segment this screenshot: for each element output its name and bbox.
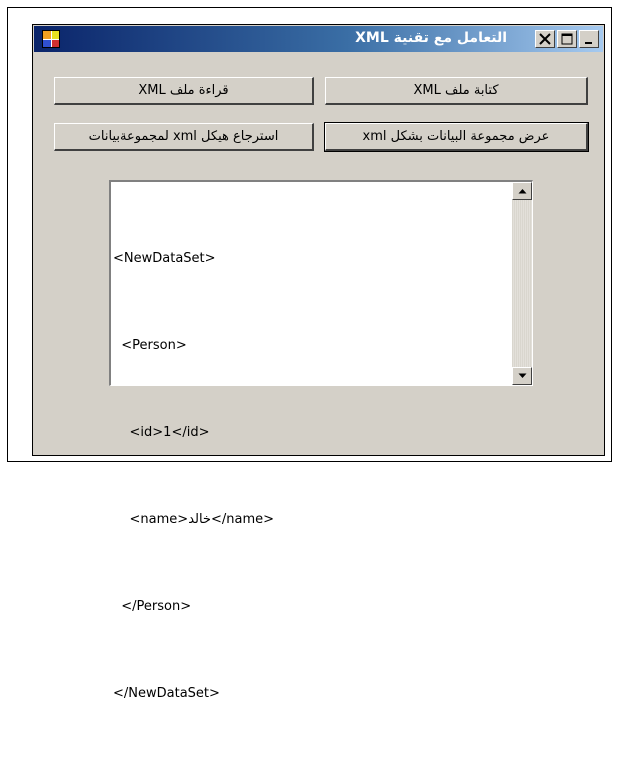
scroll-down-button[interactable] [512,367,532,385]
screenshot-frame: التعامل مع تقنية XML قراءة ملف XML كتابة… [7,7,612,701]
minimize-button[interactable] [579,30,599,48]
scroll-down-arrow-icon [518,373,527,378]
scroll-up-button[interactable] [512,182,532,200]
maximize-button[interactable] [557,30,577,48]
xml-line: <NewDataSet> [113,251,216,266]
window-title: التعامل مع تقنية XML [355,30,507,46]
show-dataset-xml-button[interactable]: عرض مجموعة البيانات بشكل xml [324,122,589,152]
close-button[interactable] [535,30,555,48]
app-icon[interactable] [42,30,60,48]
xml-output-text: <NewDataSet> <Person> <id>1</id> <name>خ… [113,186,510,766]
xml-line: <Person> [113,338,187,353]
title-buttons [535,30,599,48]
xml-line: </NewDataSet> [113,686,220,701]
get-schema-button[interactable]: استرجاع هيكل xml لمجموعةبيانات [54,123,314,151]
read-xml-button[interactable]: قراءة ملف XML [54,77,314,105]
title-bar[interactable]: التعامل مع تقنية XML [34,26,603,52]
xml-line: <id>1</id> [113,425,210,440]
scroll-up-arrow-icon [518,189,527,194]
form-window: التعامل مع تقنية XML قراءة ملف XML كتابة… [32,24,605,701]
xml-line: <name>خالد</name> [113,512,275,527]
xml-line: </Person> [113,599,192,614]
write-xml-button[interactable]: كتابة ملف XML [325,77,588,105]
close-icon [539,33,551,45]
vertical-scrollbar[interactable] [512,182,532,385]
xml-output-textbox[interactable]: <NewDataSet> <Person> <id>1</id> <name>خ… [109,180,533,701]
minimize-icon [585,42,592,44]
maximize-icon [561,33,573,45]
